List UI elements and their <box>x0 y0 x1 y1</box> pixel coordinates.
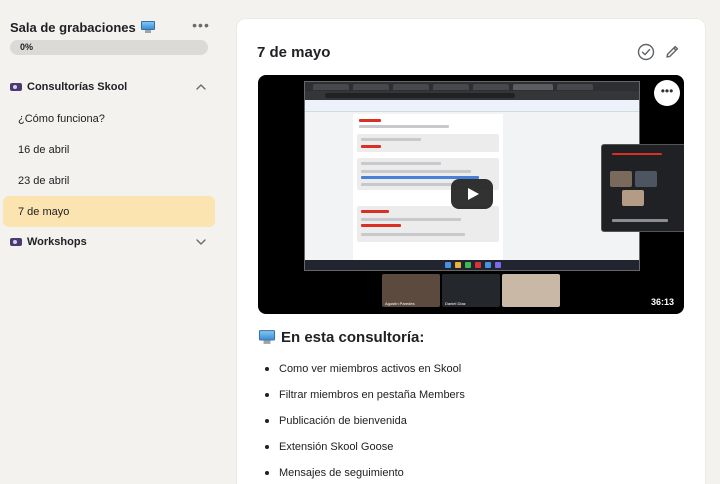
video-frame-screen-share <box>304 81 684 271</box>
list-item: Como ver miembros activos en Skool <box>265 356 465 382</box>
content-heading: En esta consultoría: <box>258 327 425 347</box>
course-more-button[interactable]: ••• <box>192 18 210 36</box>
list-item: Extensión Skool Goose <box>265 434 465 460</box>
participant-name: Daniel Díaz <box>445 301 466 306</box>
video-camera-icon <box>10 238 22 246</box>
progress-label: 0% <box>20 42 34 52</box>
course-title: Sala de grabaciones <box>10 19 136 35</box>
list-item: Publicación de bienvenida <box>265 408 465 434</box>
lesson-item[interactable]: ¿Cómo funciona? <box>3 103 215 134</box>
video-duration: 36:13 <box>646 295 678 309</box>
lesson-item[interactable]: 23 de abril <box>3 165 215 196</box>
chevron-up-icon[interactable] <box>194 80 208 94</box>
desktop-computer-icon <box>258 330 276 344</box>
mark-complete-icon[interactable] <box>637 43 655 61</box>
desktop-computer-icon <box>140 21 155 33</box>
sidebar-header: Sala de grabaciones ••• <box>10 18 210 36</box>
list-item: Filtrar miembros en pestaña Members <box>265 382 465 408</box>
video-more-button[interactable]: ••• <box>654 80 680 106</box>
chevron-down-icon[interactable] <box>194 235 208 249</box>
lesson-card: 7 de mayo Agustín Paredes Daniel Díaz ••… <box>236 18 706 484</box>
course-progress-bar: 0% <box>10 40 208 55</box>
list-item: Mensajes de seguimiento <box>265 460 465 484</box>
section-label: Workshops <box>27 236 87 248</box>
video-camera-icon <box>10 83 22 91</box>
browser-tabs-graphic <box>305 82 639 91</box>
topics-list: Como ver miembros activos en Skool Filtr… <box>265 356 465 484</box>
section-consultorias-skool[interactable]: Consultorías Skool <box>10 78 210 96</box>
video-call-window-graphic <box>601 144 684 232</box>
section-label: Consultorías Skool <box>27 81 128 93</box>
taskbar-graphic <box>305 260 639 270</box>
participant-thumbnail: Agustín Paredes <box>382 274 440 307</box>
sidebar: Sala de grabaciones ••• 0% Consultorías … <box>0 0 222 484</box>
lesson-label: 23 de abril <box>18 174 70 187</box>
content-heading-text: En esta consultoría: <box>281 328 425 346</box>
doc-toolbar-graphic <box>305 100 639 112</box>
page-title: 7 de mayo <box>257 44 331 61</box>
lesson-item[interactable]: 16 de abril <box>3 134 215 165</box>
section-workshops[interactable]: Workshops <box>10 233 210 251</box>
participant-name: Agustín Paredes <box>385 301 415 306</box>
participant-thumbnail <box>502 274 560 307</box>
play-button[interactable] <box>451 179 493 209</box>
edit-pencil-icon[interactable] <box>663 43 681 61</box>
lesson-label: ¿Cómo funciona? <box>18 112 105 125</box>
video-player[interactable]: Agustín Paredes Daniel Díaz ••• 36:13 <box>258 75 684 314</box>
lesson-label: 7 de mayo <box>18 205 70 218</box>
browser-url-graphic <box>305 91 639 100</box>
lesson-label: 16 de abril <box>18 143 70 156</box>
participant-thumbnail: Daniel Díaz <box>442 274 500 307</box>
lesson-item-active[interactable]: 7 de mayo <box>3 196 215 227</box>
